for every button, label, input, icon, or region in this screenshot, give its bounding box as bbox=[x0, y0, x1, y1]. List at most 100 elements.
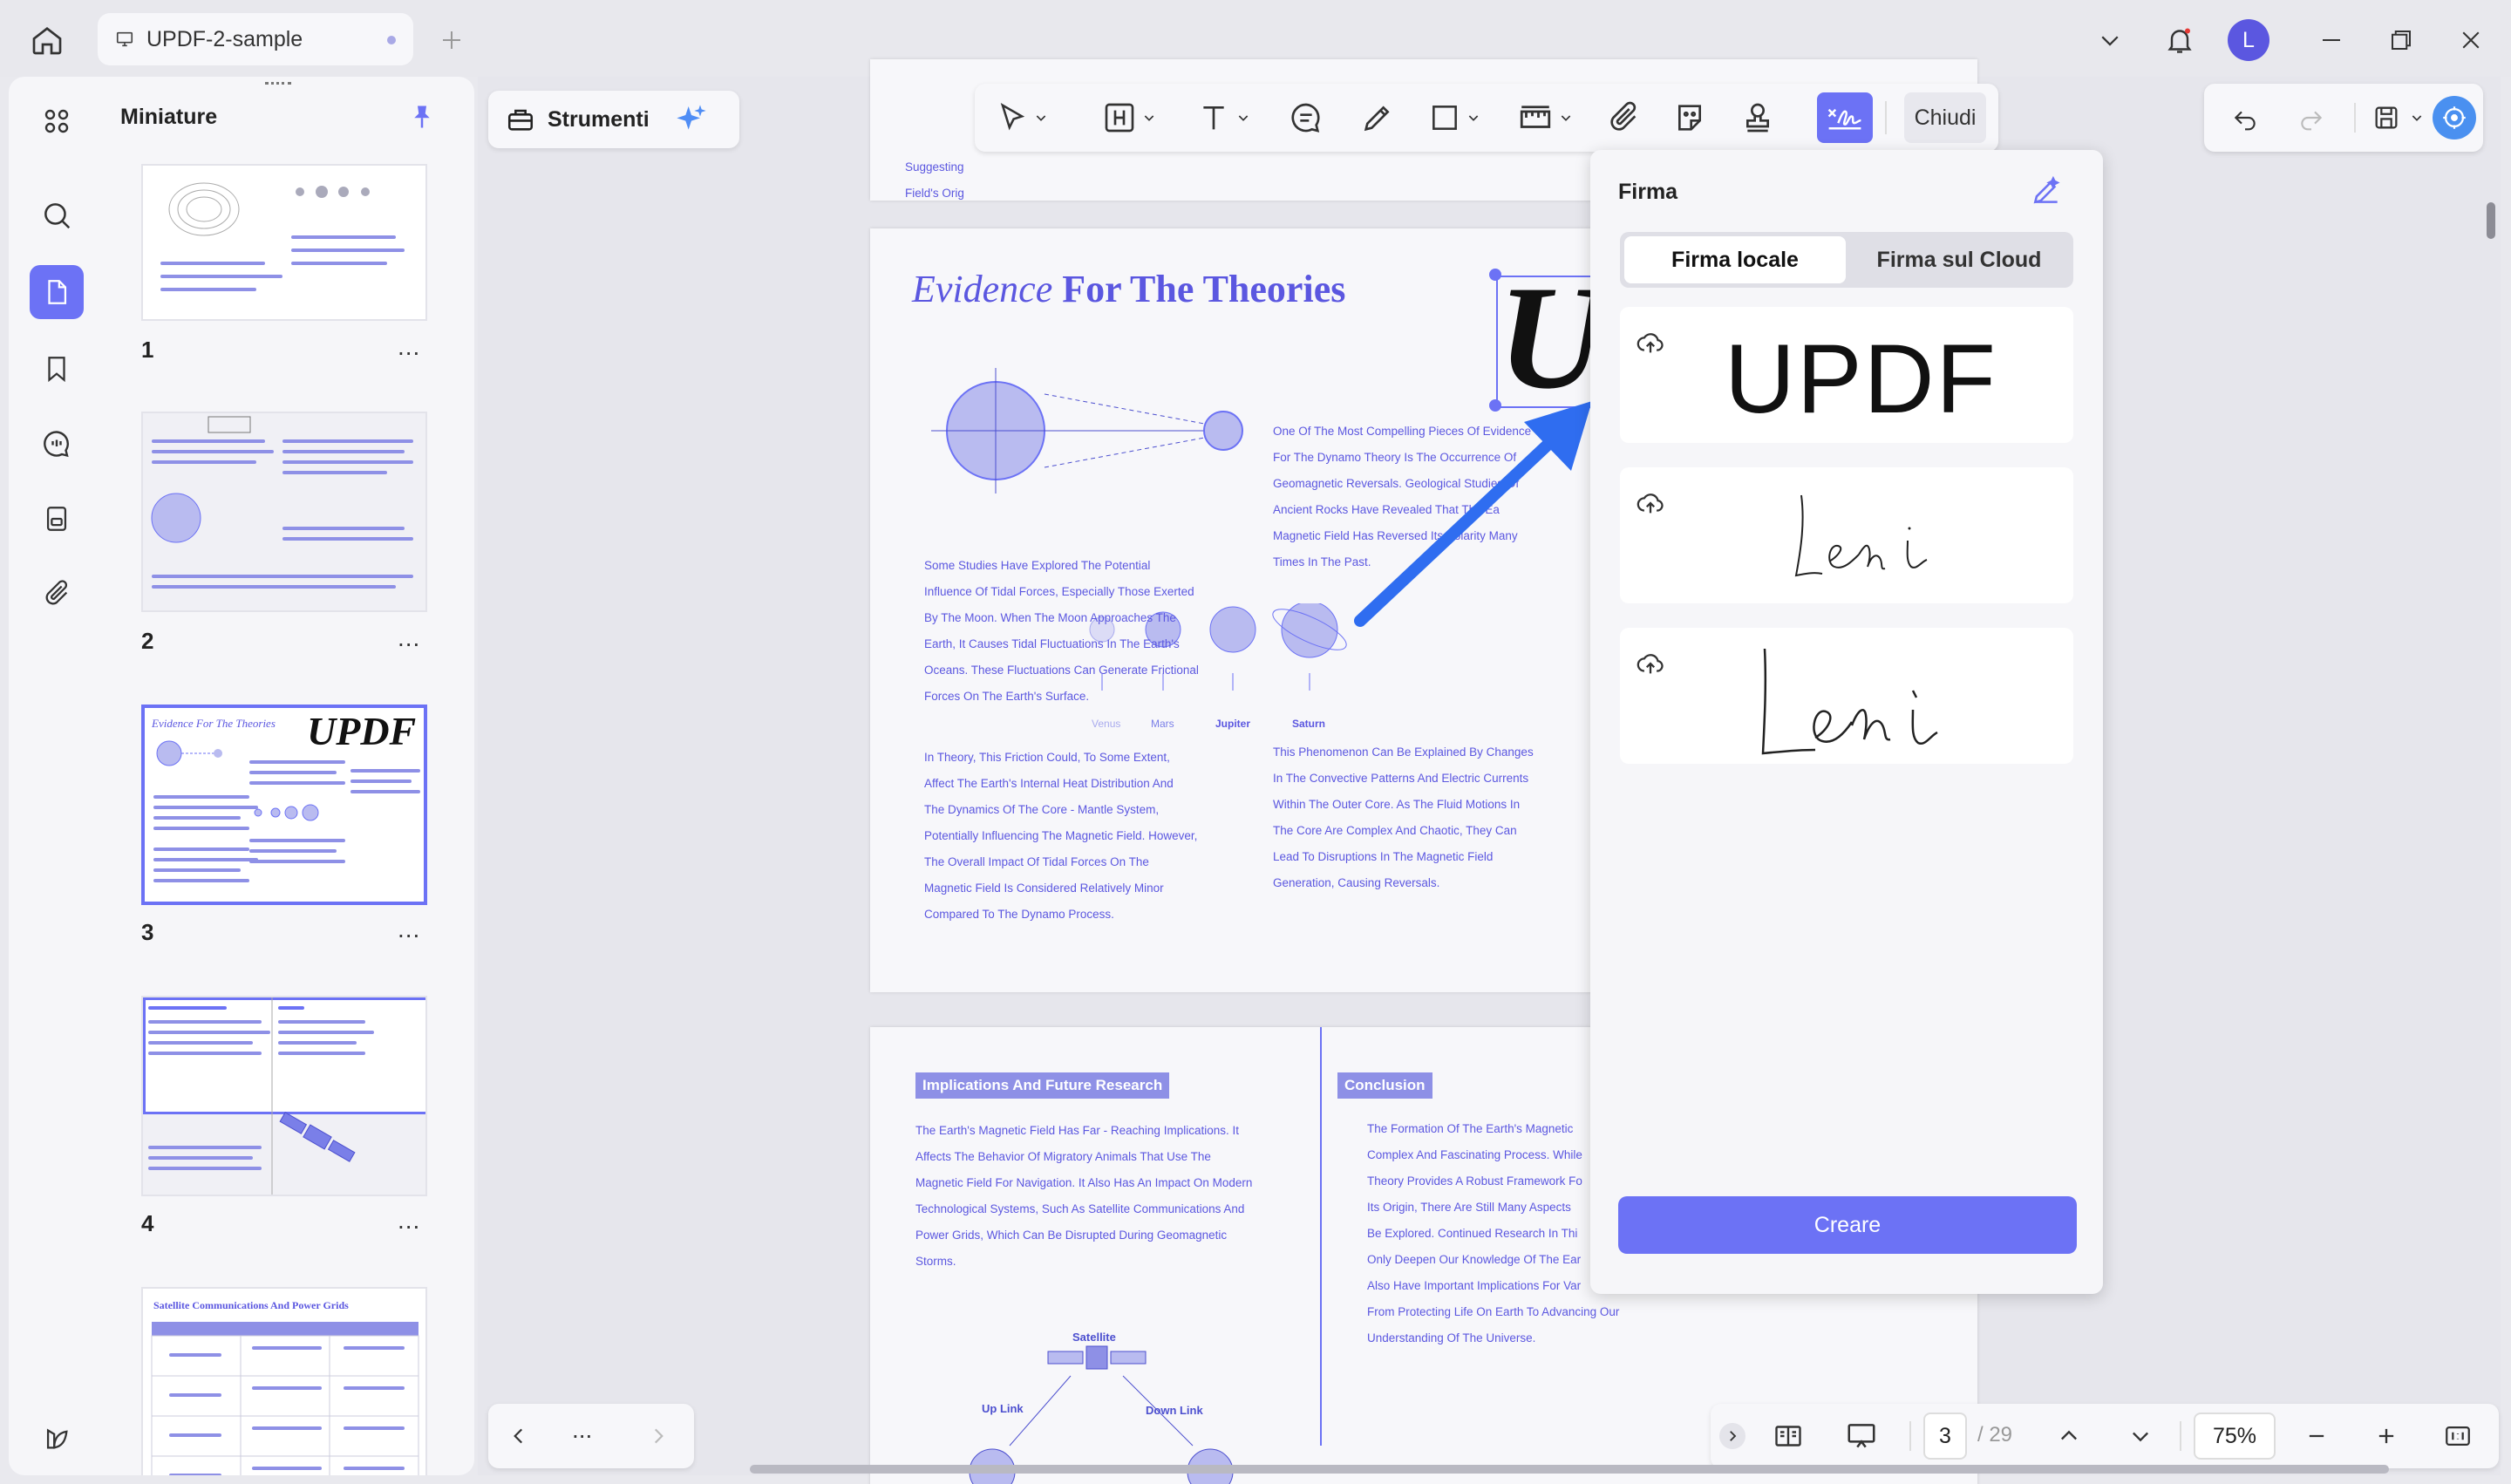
bell-icon[interactable] bbox=[2157, 17, 2202, 63]
page-layout-icon[interactable] bbox=[1768, 1416, 1808, 1456]
chevron-left-icon[interactable] bbox=[499, 1416, 539, 1456]
pin-icon[interactable] bbox=[405, 99, 439, 134]
pencil-tool-icon[interactable] bbox=[1360, 94, 1395, 141]
cloud-upload-icon bbox=[1637, 494, 1664, 514]
page-menu-3[interactable]: ... bbox=[398, 916, 420, 943]
presentation-icon[interactable] bbox=[1841, 1416, 1882, 1456]
redo-icon[interactable] bbox=[2291, 98, 2331, 138]
chevron-down-icon[interactable] bbox=[2120, 1416, 2161, 1456]
zoom-in-icon[interactable] bbox=[2366, 1416, 2406, 1456]
avatar[interactable]: L bbox=[2228, 19, 2269, 61]
stamp-icon[interactable] bbox=[1740, 94, 1775, 141]
toolbox-icon bbox=[506, 105, 535, 134]
actual-size-icon[interactable] bbox=[2438, 1416, 2478, 1456]
create-signature-button[interactable]: Creare bbox=[1618, 1196, 2077, 1254]
page-thumbnail-2[interactable] bbox=[141, 412, 427, 612]
page-heading: Evidence For The Theories bbox=[912, 267, 1345, 311]
page-toolbar: 3 / 29 75% bbox=[1711, 1404, 2499, 1468]
signature-card-3[interactable] bbox=[1620, 628, 2073, 764]
attach-file-icon[interactable] bbox=[1606, 94, 1641, 141]
tab-cloud-signature[interactable]: Firma sul Cloud bbox=[1848, 236, 2070, 283]
home-icon[interactable] bbox=[24, 17, 70, 63]
search-icon[interactable] bbox=[30, 188, 84, 242]
page-thumbnail-5[interactable]: Satellite Communications And Power Grids bbox=[141, 1287, 427, 1475]
planet-label: Jupiter bbox=[1215, 718, 1251, 730]
tools-button[interactable]: Strumenti bbox=[488, 91, 739, 148]
more-options[interactable]: ... bbox=[572, 1416, 592, 1444]
planet-label: Venus bbox=[1092, 718, 1121, 730]
panel-title: Miniature bbox=[120, 105, 218, 129]
page-number-input[interactable]: 3 bbox=[1923, 1413, 1967, 1460]
page-thumbnail-1[interactable] bbox=[141, 164, 427, 321]
save-icon[interactable] bbox=[2366, 98, 2406, 138]
ai-sparkle-icon[interactable] bbox=[674, 102, 709, 137]
highlight-tool[interactable] bbox=[1102, 94, 1156, 141]
chevron-right-icon[interactable] bbox=[638, 1416, 678, 1456]
sticker-icon[interactable] bbox=[1672, 94, 1707, 141]
page-text: Suggesting bbox=[905, 160, 964, 174]
page-total: / 29 bbox=[1977, 1423, 2013, 1447]
ai-assistant-icon[interactable] bbox=[2433, 96, 2476, 140]
bookmark-icon[interactable] bbox=[30, 342, 84, 396]
new-tab-plus-icon[interactable] bbox=[432, 21, 471, 59]
arrow-annotation bbox=[1354, 401, 1592, 627]
zoom-out-icon[interactable] bbox=[2297, 1416, 2337, 1456]
monitor-icon bbox=[115, 30, 134, 49]
document-tab[interactable]: UPDF-2-sample bbox=[98, 13, 413, 65]
toolbar-divider bbox=[1885, 101, 1887, 134]
thumbnails-icon[interactable] bbox=[30, 265, 84, 319]
column-divider bbox=[1320, 1027, 1322, 1446]
text-tool[interactable] bbox=[1196, 94, 1250, 141]
page-thumbnail-3[interactable]: Evidence For The Theories UPDF bbox=[141, 705, 427, 905]
page-menu-2[interactable]: ... bbox=[398, 624, 420, 652]
zoom-level-input[interactable]: 75% bbox=[2194, 1413, 2276, 1460]
close-tools-button[interactable]: Chiudi bbox=[1904, 92, 1986, 143]
resize-handle[interactable] bbox=[1489, 269, 1501, 281]
page-menu-1[interactable]: ... bbox=[398, 333, 420, 361]
signature-card-2[interactable] bbox=[1620, 467, 2073, 603]
document-canvas[interactable]: Suggesting Field's Orig Evidence For The… bbox=[478, 59, 2501, 1484]
minimize-icon[interactable] bbox=[2309, 17, 2354, 63]
signature-ai-icon[interactable] bbox=[2024, 169, 2068, 213]
section-heading: Conclusion bbox=[1337, 1072, 1432, 1099]
page-number-4: 4 bbox=[141, 1210, 154, 1236]
theme-leaf-icon[interactable] bbox=[30, 1411, 84, 1465]
tab-local-signature[interactable]: Firma locale bbox=[1624, 236, 1846, 283]
form-icon[interactable] bbox=[30, 492, 84, 546]
shape-tool[interactable] bbox=[1428, 94, 1480, 141]
signature-card-1[interactable]: UPDF bbox=[1620, 307, 2073, 443]
page-number-3: 3 bbox=[141, 919, 154, 945]
comment-tool-icon[interactable] bbox=[1289, 94, 1324, 141]
chevron-down-icon[interactable] bbox=[2087, 17, 2133, 63]
close-window-icon[interactable] bbox=[2448, 17, 2494, 63]
signature-tool-icon[interactable] bbox=[1817, 92, 1873, 143]
panel-title: Firma bbox=[1618, 180, 1678, 204]
navigation-bar: ... bbox=[488, 1404, 694, 1468]
chevron-up-icon[interactable] bbox=[2049, 1416, 2089, 1456]
horizontal-scrollbar[interactable] bbox=[750, 1465, 2389, 1474]
signature-panel: Firma Firma locale Firma sul Cloud UPDF … bbox=[1590, 150, 2103, 1294]
page-text: Field's Orig bbox=[905, 187, 964, 200]
toolbar-divider bbox=[1909, 1421, 1911, 1451]
cloud-upload-icon bbox=[1637, 333, 1664, 353]
handwritten-signature-2 bbox=[1761, 648, 1938, 755]
grid-organize-icon[interactable] bbox=[30, 94, 84, 148]
restore-icon[interactable] bbox=[2378, 17, 2424, 63]
paragraph-3: In Theory, This Friction Could, To Some … bbox=[924, 751, 1198, 921]
select-tool[interactable] bbox=[996, 94, 1048, 141]
paragraph-2: Some Studies Have Explored The Potential… bbox=[924, 559, 1199, 703]
planet-label: Mars bbox=[1151, 718, 1174, 730]
chevron-down-icon[interactable] bbox=[2406, 105, 2427, 131]
attachment-icon[interactable] bbox=[30, 567, 84, 621]
page-thumbnail-4[interactable] bbox=[141, 996, 427, 1196]
toolbar-divider bbox=[2354, 103, 2356, 133]
comment-icon[interactable] bbox=[30, 417, 84, 471]
diagram-label: Satellite bbox=[1072, 1331, 1116, 1344]
vertical-scrollbar[interactable] bbox=[2487, 202, 2495, 239]
drag-handle[interactable] bbox=[265, 82, 291, 87]
page-menu-4[interactable]: ... bbox=[398, 1207, 420, 1235]
collapse-arrow-icon[interactable] bbox=[1719, 1423, 1745, 1449]
annotation-toolbar: Chiudi bbox=[975, 84, 1998, 152]
undo-icon[interactable] bbox=[2225, 98, 2265, 138]
measure-tool[interactable] bbox=[1517, 94, 1573, 141]
